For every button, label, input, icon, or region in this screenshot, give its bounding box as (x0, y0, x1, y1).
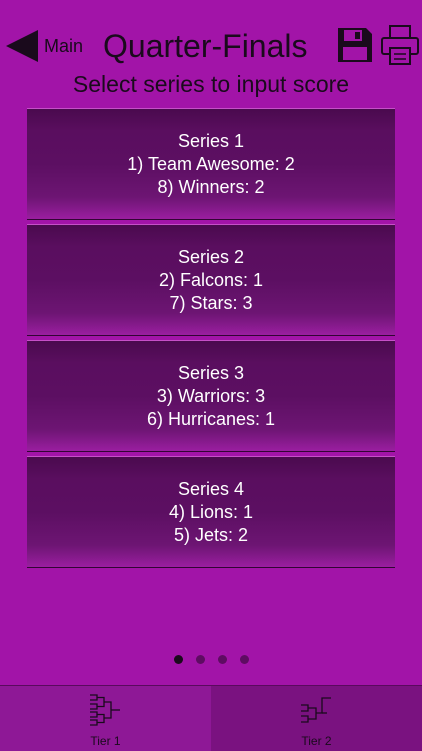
bracket-tier2-icon (301, 697, 331, 723)
instruction-subtitle: Select series to input score (72, 71, 350, 97)
series-team-a: 2) Falcons: 1 (158, 269, 264, 290)
series-title: Series 3 (177, 362, 245, 383)
back-label: Main (44, 35, 84, 56)
back-button[interactable]: Main (4, 26, 83, 66)
series-team-b: 8) Winners: 2 (157, 176, 265, 197)
series-title: Series 4 (177, 478, 245, 499)
tab-tier-1[interactable]: Tier 1 (0, 686, 211, 751)
tab-label: Tier 1 (90, 734, 121, 748)
series-team-b: 7) Stars: 3 (169, 292, 253, 313)
page-title: Quarter-Finals (103, 28, 308, 64)
save-disk-icon[interactable] (336, 26, 374, 64)
tab-tier-2[interactable]: Tier 2 (211, 686, 422, 751)
back-arrow-icon (6, 30, 38, 62)
series-list: Series 1 1) Team Awesome: 2 8) Winners: … (27, 108, 395, 572)
series-title: Series 1 (177, 130, 245, 151)
tab-label: Tier 2 (301, 734, 332, 748)
series-team-a: 4) Lions: 1 (168, 501, 254, 522)
header: Main Quarter-Finals (0, 0, 422, 70)
page-dot[interactable] (173, 655, 183, 664)
printer-icon[interactable] (380, 24, 420, 66)
tab-bar: Tier 1 Tier 2 (0, 685, 422, 751)
page-dot[interactable] (195, 655, 205, 664)
bracket-tier1-icon (90, 694, 120, 726)
series-card-2[interactable]: Series 2 2) Falcons: 1 7) Stars: 3 (27, 224, 395, 336)
series-title: Series 2 (177, 246, 245, 267)
page-dot[interactable] (217, 655, 227, 664)
series-card-4[interactable]: Series 4 4) Lions: 1 5) Jets: 2 (27, 456, 395, 568)
series-team-a: 1) Team Awesome: 2 (127, 153, 295, 174)
series-team-b: 5) Jets: 2 (173, 524, 249, 545)
page-indicator[interactable] (0, 655, 422, 664)
series-card-1[interactable]: Series 1 1) Team Awesome: 2 8) Winners: … (27, 108, 395, 220)
page-dot[interactable] (239, 655, 249, 664)
series-card-3[interactable]: Series 3 3) Warriors: 3 6) Hurricanes: 1 (27, 340, 395, 452)
series-team-b: 6) Hurricanes: 1 (146, 408, 276, 429)
series-team-a: 3) Warriors: 3 (156, 385, 266, 406)
